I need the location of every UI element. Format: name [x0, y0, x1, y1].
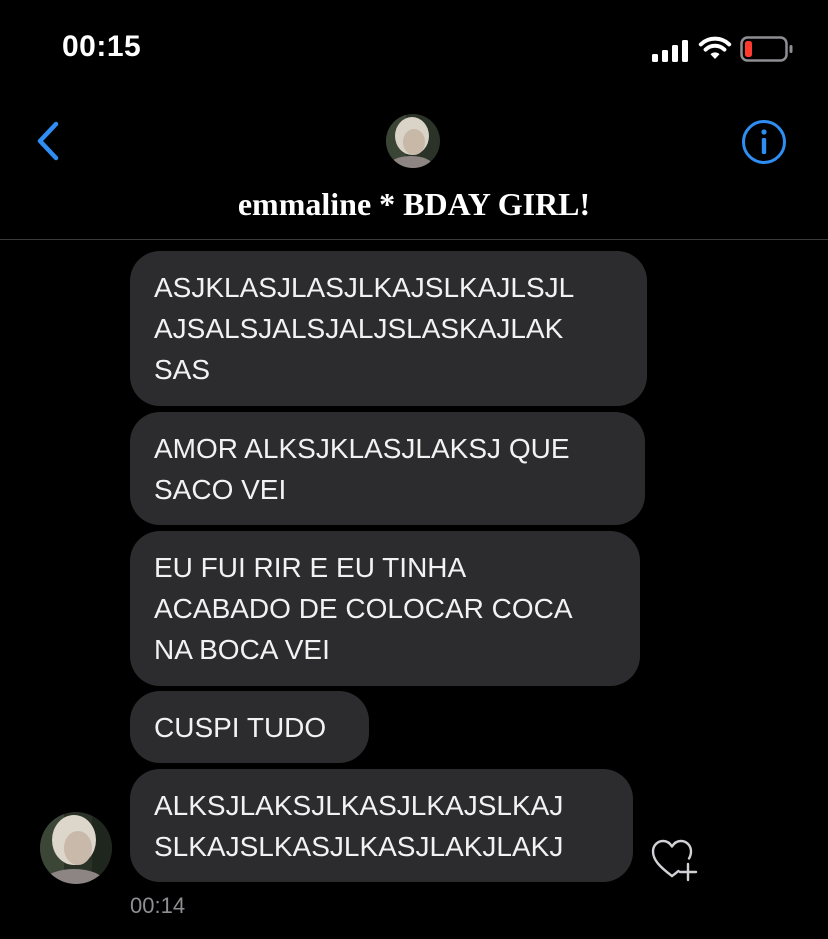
status-bar: 00:15 [0, 0, 828, 100]
info-button[interactable] [740, 118, 788, 166]
wifi-icon [698, 36, 732, 59]
react-button[interactable] [650, 838, 700, 882]
chevron-left-icon [37, 121, 59, 161]
conversation-title: emmaline * BDAY GIRL! [237, 186, 591, 222]
message-bubble[interactable]: ALKSJLAKSJLKASJLKAJSLKAJ SLKAJSLKASJLKAS… [130, 769, 633, 882]
avatar-image [40, 812, 112, 884]
sender-avatar[interactable] [40, 812, 112, 884]
info-icon [742, 120, 786, 164]
battery-icon [740, 36, 793, 62]
message-bubble[interactable]: ASJKLASJLASJLKAJSLKAJLSJL AJSALSJALSJALJ… [130, 251, 647, 406]
message-bubble[interactable]: EU FUI RIR E EU TINHA ACABADO DE COLOCAR… [130, 531, 640, 686]
signal-icon [652, 40, 688, 62]
message-timestamp: 00:14 [130, 893, 186, 918]
message-bubble[interactable]: AMOR ALKSJKLASJLAKSJ QUE SACO VEI [130, 412, 645, 525]
avatar-image [386, 114, 440, 168]
back-button[interactable] [30, 118, 70, 164]
status-time: 00:15 [62, 30, 142, 63]
header-divider [0, 239, 828, 240]
contact-avatar[interactable] [386, 114, 440, 168]
heart-plus-icon [651, 839, 698, 882]
message-bubble[interactable]: CUSPI TUDO [130, 691, 369, 763]
